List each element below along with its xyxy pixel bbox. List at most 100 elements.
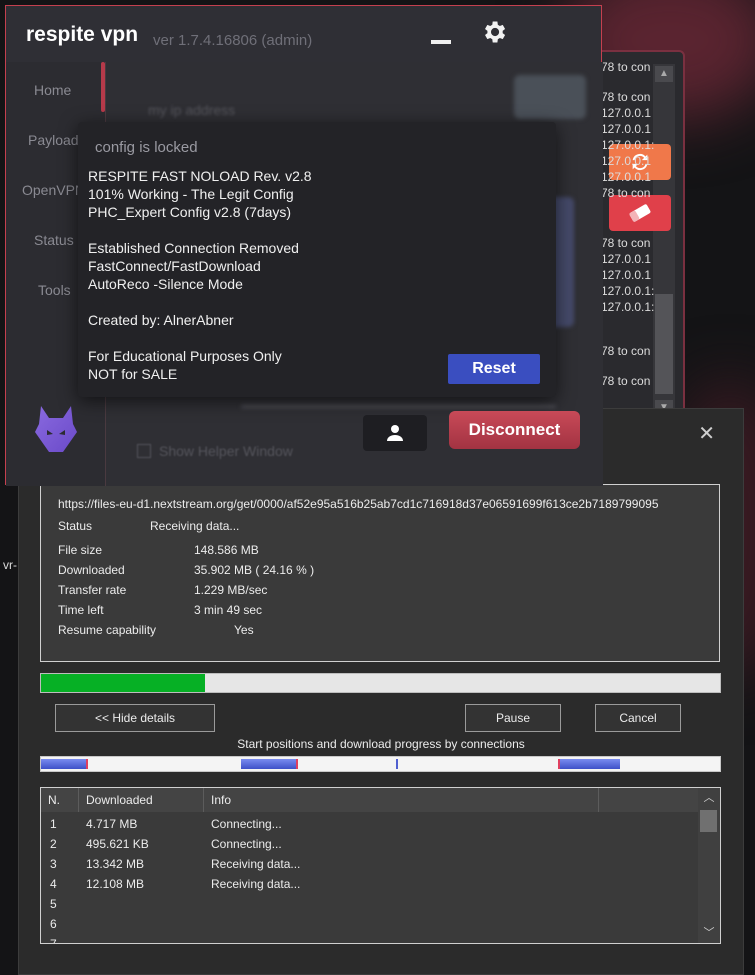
log-line: 127.0.0.1 [601,106,652,120]
log-line: 127.0.0.1 [601,122,652,136]
table-row[interactable]: 3 13.342 MB Receiving data... [41,854,696,874]
log-scrollbar[interactable]: ▲ ▼ [653,64,675,434]
table-row[interactable]: 2 495.621 KB Connecting... [41,834,696,854]
log-line: 127.0.0.1: [601,284,655,298]
scroll-down-icon[interactable]: ﹀ [698,923,720,943]
config-line: Established Connection Removed [88,240,299,256]
log-line: 78 to con [601,236,651,250]
config-line: Created by: AlnerAbner [88,312,234,328]
cell-info: Receiving data... [211,857,301,871]
disconnect-button[interactable]: Disconnect [449,411,580,449]
cell-downloaded: 12.108 MB [86,877,145,891]
cell-downloaded: 13.342 MB [86,857,145,871]
log-line: 78 to con [601,344,651,358]
table-row[interactable]: 6 [41,914,696,934]
field-label: Resume capability [58,623,157,637]
table-row[interactable]: 5 [41,894,696,914]
cancel-button[interactable]: Cancel [595,704,681,732]
column-header-downloaded[interactable]: Downloaded [79,788,204,812]
cell-info: Connecting... [211,817,282,831]
progress-fill [41,674,206,692]
table-row[interactable]: 7 [41,934,696,944]
table-row[interactable]: 4 12.108 MB Receiving data... [41,874,696,894]
log-line: 127.0.0.1: [601,300,655,314]
config-line: 101% Working - The Legit Config [88,186,294,202]
vpn-window: respite vpn ver 1.7.4.16806 (admin) Home… [5,5,603,486]
wolf-logo-icon [35,406,77,452]
scroll-up-icon[interactable]: ▲ [655,66,673,82]
column-header-info[interactable]: Info [204,788,599,812]
gear-icon[interactable] [480,18,508,46]
reset-button[interactable]: Reset [448,354,540,384]
nav-home[interactable]: Home [34,82,71,98]
connection-segment [41,759,86,769]
show-helper-label: Show Helper Window [159,443,293,459]
config-line: AutoReco -Silence Mode [88,276,243,292]
user-button[interactable] [363,415,427,451]
cell-downloaded: 495.621 KB [86,837,149,851]
log-line: 78 to con [601,60,651,74]
status-value: Receiving data... [150,519,240,533]
cell-n: 1 [50,817,57,831]
connection-marker [396,759,398,769]
connection-segment [560,759,620,769]
scroll-up-icon[interactable]: ︿ [698,788,720,808]
field-value: 3 min 49 sec [194,603,263,617]
field-label: File size [58,543,103,557]
field-value: 148.586 MB [194,543,259,557]
scroll-thumb[interactable] [700,810,717,832]
ip-address-label: my ip address [148,102,236,118]
desktop-icon-label[interactable]: vr- [3,558,17,572]
cell-downloaded: 4.717 MB [86,817,138,831]
download-url: https://files-eu-d1.nextstream.org/get/0… [58,497,659,511]
log-line: 78 to con [601,186,651,200]
blurred-divider [241,405,556,408]
log-line: 127.0.0.1 [601,252,652,266]
field-label: Downloaded [58,563,125,577]
table-row[interactable]: 1 4.717 MB Connecting... [41,814,696,834]
connections-progress-bar [40,756,721,772]
eraser-icon [629,204,651,222]
hide-details-button[interactable]: << Hide details [55,704,215,732]
cell-n: 6 [50,917,57,931]
connection-marker [296,759,298,769]
field-label: Time left [58,603,104,617]
blurred-input [514,75,586,119]
cell-n: 3 [50,857,57,871]
minimize-icon[interactable] [431,40,451,44]
nav-status[interactable]: Status [34,232,74,248]
app-version: ver 1.7.4.16806 (admin) [153,32,313,49]
app-title: respite vpn [26,23,139,46]
download-progress-bar [40,673,721,693]
nav-tools[interactable]: Tools [38,282,71,298]
table-scrollbar[interactable]: ︿ ﹀ [698,788,720,943]
cell-n: 7 [50,937,57,944]
config-locked-popup: config is locked RESPITE FAST NOLOAD Rev… [78,122,556,397]
vpn-header: respite vpn ver 1.7.4.16806 (admin) [6,6,601,62]
pause-button[interactable]: Pause [465,704,561,732]
log-line: 127.0.0.1 [601,170,652,184]
scroll-thumb[interactable] [655,294,673,394]
column-header-n[interactable]: N. [41,788,79,812]
nav-openvpn[interactable]: OpenVPN [22,182,85,198]
field-value: Yes [234,623,254,637]
cell-info: Receiving data... [211,877,301,891]
config-line: NOT for SALE [88,366,178,382]
checkbox-icon[interactable] [137,444,151,458]
download-details-panel: https://files-eu-d1.nextstream.org/get/0… [40,484,720,662]
eraser-button[interactable] [609,195,671,231]
connections-caption: Start positions and download progress by… [237,737,525,751]
config-line: RESPITE FAST NOLOAD Rev. v2.8 [88,168,312,184]
log-line: 127.0.0.1: [601,138,655,152]
close-icon[interactable]: ✕ [698,421,715,446]
nav-payload[interactable]: Payload [28,132,79,148]
field-label: Transfer rate [58,583,127,597]
popup-title: config is locked [95,139,198,156]
log-line: 78 to con [601,374,651,388]
status-label: Status [58,519,93,533]
connections-table: N. Downloaded Info 1 4.717 MB Connecting..… [40,787,721,944]
show-helper-checkbox[interactable]: Show Helper Window [137,443,293,459]
field-value: 1.229 MB/sec [194,583,268,597]
log-line: 127.0.0.1 [601,154,652,168]
config-line: PHC_Expert Config v2.8 (7days) [88,204,292,220]
